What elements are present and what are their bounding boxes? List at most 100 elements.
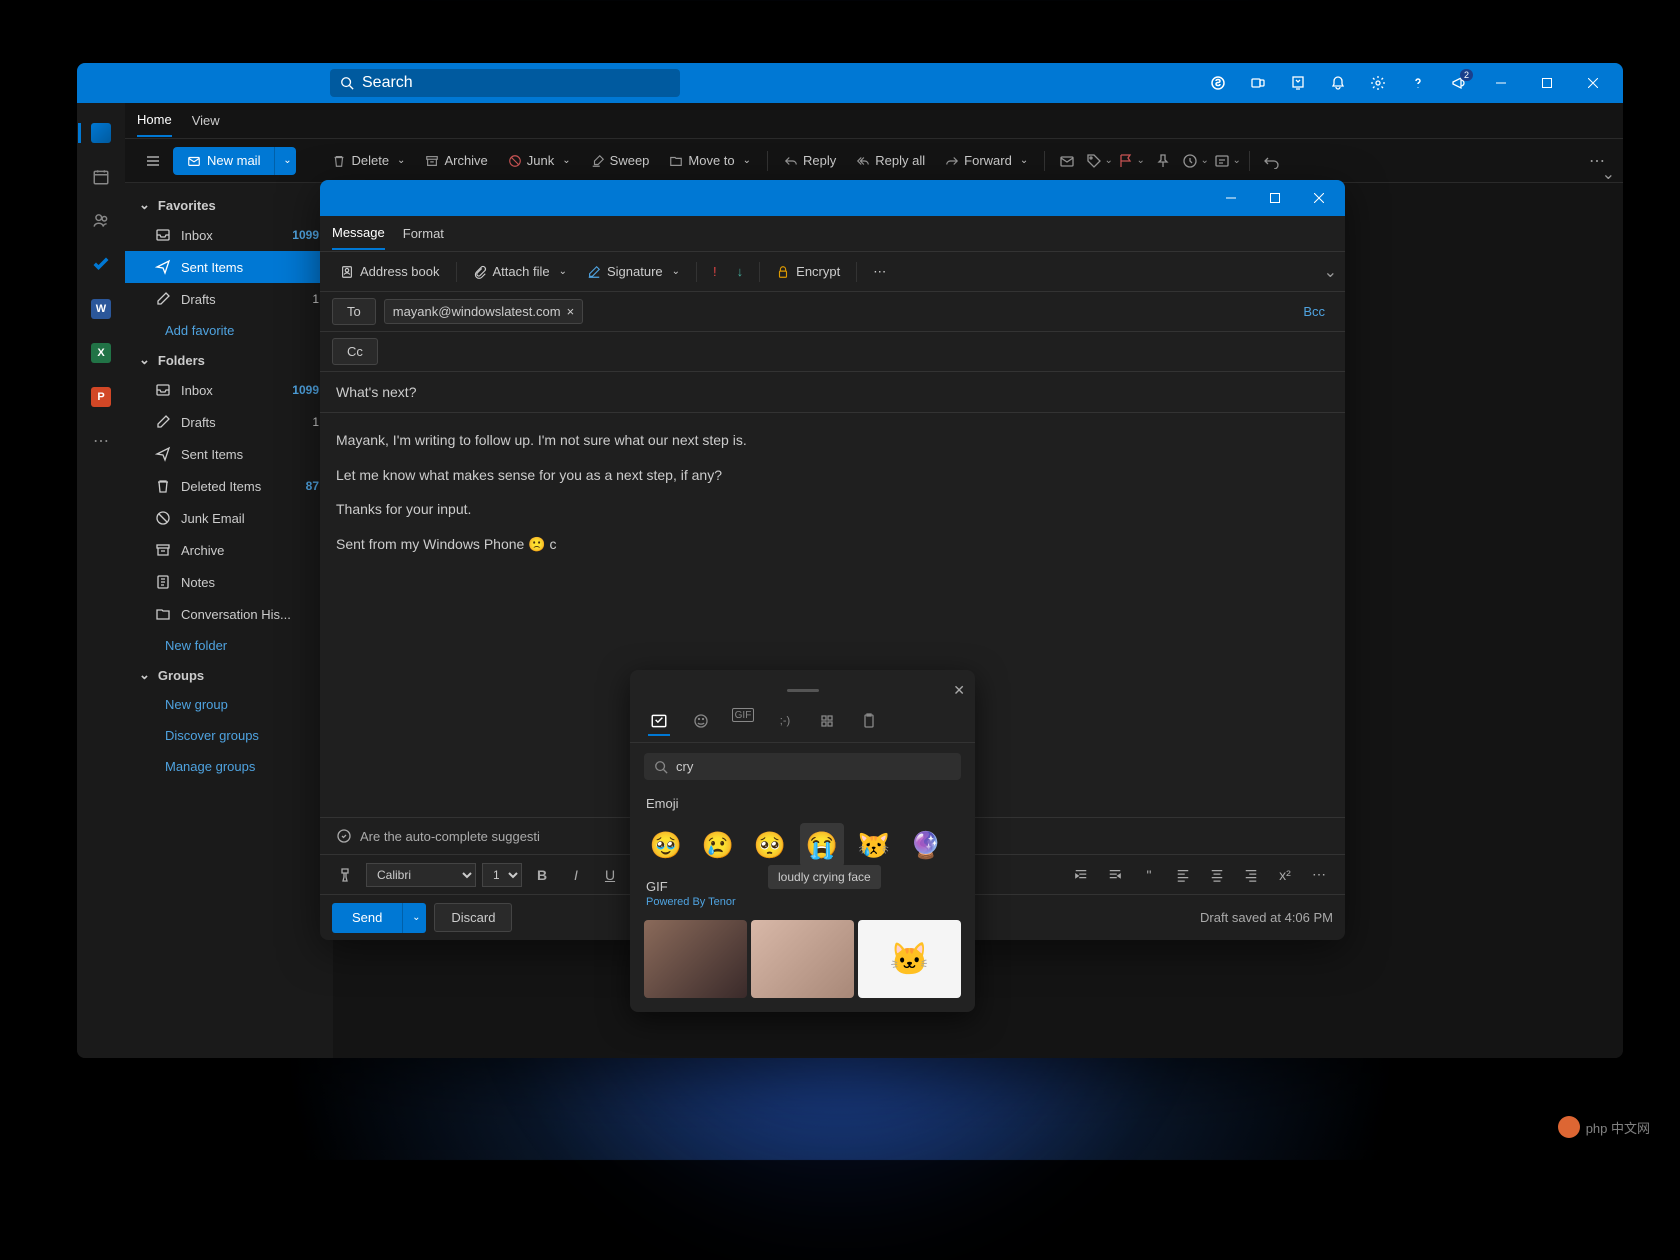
emoji-tab-clipboard[interactable] xyxy=(858,708,880,736)
tab-home[interactable]: Home xyxy=(137,104,172,137)
emoji-item[interactable]: 😢 xyxy=(696,823,740,867)
sidebar-item-inbox[interactable]: Inbox1099 xyxy=(125,219,333,251)
compose-maximize[interactable] xyxy=(1253,180,1297,218)
app-people[interactable] xyxy=(77,199,125,243)
favorites-section[interactable]: ⌄Favorites xyxy=(125,191,333,219)
emoji-item[interactable]: 🥹 xyxy=(644,823,688,867)
emoji-tab-kaomoji[interactable]: ;-) xyxy=(774,708,796,736)
rules-icon[interactable]: ⌄ xyxy=(1213,147,1241,175)
search-input[interactable]: Search xyxy=(330,69,680,97)
new-folder-link[interactable]: New folder xyxy=(125,630,333,661)
app-more[interactable]: ⋯ xyxy=(77,419,125,463)
teams-icon[interactable] xyxy=(1239,63,1277,103)
align-right-icon[interactable] xyxy=(1237,861,1265,889)
size-select[interactable]: 12 xyxy=(482,863,522,887)
italic-icon[interactable]: I xyxy=(562,861,590,889)
forward-button[interactable]: Forward⌄ xyxy=(937,149,1036,172)
folder-deleted[interactable]: Deleted Items87 xyxy=(125,470,333,502)
app-todo[interactable] xyxy=(77,243,125,287)
emoji-item[interactable]: 🥺 xyxy=(748,823,792,867)
underline-icon[interactable]: U xyxy=(596,861,624,889)
compose-minimize[interactable] xyxy=(1209,180,1253,218)
settings-icon[interactable] xyxy=(1359,63,1397,103)
indent-left-icon[interactable] xyxy=(1067,861,1095,889)
reply-all-button[interactable]: Reply all xyxy=(848,149,933,172)
tab-view[interactable]: View xyxy=(192,105,220,136)
low-importance-icon[interactable]: ↓ xyxy=(729,260,752,283)
font-select[interactable]: Calibri xyxy=(366,863,476,887)
attach-file-button[interactable]: Attach file⌄ xyxy=(465,260,575,283)
folder-archive[interactable]: Archive xyxy=(125,534,333,566)
emoji-tab-symbols[interactable] xyxy=(816,708,838,736)
whats-new-icon[interactable]: 2 xyxy=(1439,63,1477,103)
emoji-tab-smiley[interactable] xyxy=(690,708,712,736)
align-left-icon[interactable] xyxy=(1169,861,1197,889)
sidebar-item-sent[interactable]: Sent Items xyxy=(125,251,333,283)
emoji-item[interactable]: 🔮 xyxy=(904,823,948,867)
new-mail-button[interactable]: New mail xyxy=(173,147,274,175)
minimize-button[interactable] xyxy=(1479,63,1523,103)
hamburger-button[interactable] xyxy=(137,145,169,177)
folder-conversation[interactable]: Conversation His... xyxy=(125,598,333,630)
encrypt-button[interactable]: Encrypt xyxy=(768,260,848,283)
folder-drafts[interactable]: Drafts1 xyxy=(125,406,333,438)
delete-button[interactable]: Delete⌄ xyxy=(324,149,413,172)
quote-icon[interactable]: " xyxy=(1135,861,1163,889)
compose-tab-format[interactable]: Format xyxy=(403,218,444,249)
bcc-button[interactable]: Bcc xyxy=(1303,304,1325,319)
format-more-icon[interactable]: ⋯ xyxy=(1305,861,1333,889)
emoji-tab-gif[interactable]: GIF xyxy=(732,708,754,722)
folder-notes[interactable]: Notes xyxy=(125,566,333,598)
address-book-button[interactable]: Address book xyxy=(332,260,448,283)
close-button[interactable] xyxy=(1571,63,1615,103)
format-painter-icon[interactable] xyxy=(332,861,360,889)
pin-icon[interactable] xyxy=(1149,147,1177,175)
app-word[interactable]: W xyxy=(77,287,125,331)
emoji-close-icon[interactable]: ✕ xyxy=(953,682,965,699)
folders-section[interactable]: ⌄Folders xyxy=(125,346,333,374)
flag-icon[interactable]: ⌄ xyxy=(1117,147,1145,175)
ribbon-expand-icon[interactable]: ⌄ xyxy=(1602,164,1615,184)
skype-icon[interactable] xyxy=(1199,63,1237,103)
send-dropdown[interactable]: ⌄ xyxy=(402,903,426,933)
app-mail[interactable] xyxy=(77,111,125,155)
snooze-icon[interactable]: ⌄ xyxy=(1181,147,1209,175)
high-importance-icon[interactable]: ! xyxy=(705,260,725,283)
to-button[interactable]: To xyxy=(332,298,376,325)
compose-more-icon[interactable]: ⋯ xyxy=(865,260,894,284)
app-excel[interactable]: X xyxy=(77,331,125,375)
archive-button[interactable]: Archive xyxy=(417,149,495,172)
emoji-search-input[interactable] xyxy=(644,753,961,780)
tag-icon[interactable]: ⌄ xyxy=(1085,147,1113,175)
cc-button[interactable]: Cc xyxy=(332,338,378,365)
discover-groups-link[interactable]: Discover groups xyxy=(125,720,333,751)
recipient-chip[interactable]: mayank@windowslatest.com× xyxy=(384,299,583,324)
signature-button[interactable]: Signature⌄ xyxy=(579,260,688,283)
new-group-link[interactable]: New group xyxy=(125,689,333,720)
gif-item[interactable]: 🐱 xyxy=(858,920,961,998)
drag-handle[interactable] xyxy=(787,689,819,692)
sidebar-item-drafts[interactable]: Drafts1 xyxy=(125,283,333,315)
undo-icon[interactable] xyxy=(1258,147,1286,175)
bell-icon[interactable] xyxy=(1319,63,1357,103)
send-button[interactable]: Send xyxy=(332,903,402,933)
folder-sent[interactable]: Sent Items xyxy=(125,438,333,470)
emoji-item[interactable]: 😭 xyxy=(800,823,844,867)
move-to-button[interactable]: Move to⌄ xyxy=(661,149,759,172)
help-icon[interactable] xyxy=(1399,63,1437,103)
manage-groups-link[interactable]: Manage groups xyxy=(125,751,333,782)
compose-tab-message[interactable]: Message xyxy=(332,217,385,250)
read-unread-icon[interactable] xyxy=(1053,147,1081,175)
sweep-button[interactable]: Sweep xyxy=(583,149,658,172)
subject-field[interactable]: What's next? xyxy=(320,372,1345,413)
groups-section[interactable]: ⌄Groups xyxy=(125,661,333,689)
discard-button[interactable]: Discard xyxy=(434,903,512,932)
bold-icon[interactable]: B xyxy=(528,861,556,889)
folder-junk[interactable]: Junk Email xyxy=(125,502,333,534)
tips-icon[interactable] xyxy=(1279,63,1317,103)
remove-recipient-icon[interactable]: × xyxy=(567,304,575,319)
add-favorite-link[interactable]: Add favorite xyxy=(125,315,333,346)
emoji-item[interactable]: 😿 xyxy=(852,823,896,867)
maximize-button[interactable] xyxy=(1525,63,1569,103)
emoji-tab-recent[interactable] xyxy=(648,708,670,736)
